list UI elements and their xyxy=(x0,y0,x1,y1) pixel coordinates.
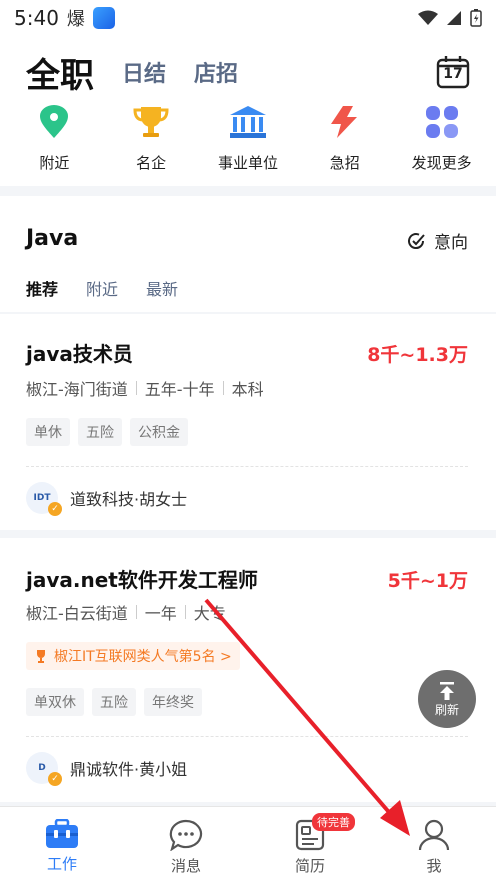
job-meta: 椒江-海门街道 五年-十年 本科 xyxy=(26,376,264,400)
bottom-tab-bar: 工作 消息 简历 待完善 我 xyxy=(0,806,496,882)
edit-check-icon xyxy=(408,232,425,249)
company-logo: D ✓ xyxy=(26,752,62,786)
category-famous[interactable]: 名企 xyxy=(103,96,199,186)
trophy-icon xyxy=(37,650,45,663)
verified-badge-icon: ✓ xyxy=(48,772,62,786)
job-tags: 单休 五险 公积金 xyxy=(26,418,188,446)
filter-recommend[interactable]: 推荐 xyxy=(26,276,58,300)
category-more[interactable]: 发现更多 xyxy=(394,96,490,186)
meta-divider xyxy=(222,381,224,395)
meta-divider xyxy=(135,381,137,395)
location-pin-icon xyxy=(34,102,74,142)
calendar-button[interactable]: 17 xyxy=(436,55,470,89)
job-tag: 五险 xyxy=(78,418,122,446)
meta-divider xyxy=(184,605,186,619)
company-info[interactable]: D ✓ 鼎诚软件·黄小姐 xyxy=(26,752,188,786)
meta-divider xyxy=(135,605,137,619)
category-label: 急招 xyxy=(329,154,360,172)
status-indicators xyxy=(418,9,482,27)
category-label: 发现更多 xyxy=(411,154,472,172)
card-divider xyxy=(26,466,468,467)
filter-tabs: 推荐 附近 最新 xyxy=(26,276,178,300)
category-urgent[interactable]: 急招 xyxy=(297,96,393,186)
category-label: 附近 xyxy=(39,154,70,172)
company-logo: IDT ✓ xyxy=(26,482,62,516)
tab-me[interactable]: 我 xyxy=(372,807,496,882)
job-card[interactable]: java技术员 8千~1.3万 椒江-海门街道 五年-十年 本科 单休 五险 公… xyxy=(0,314,496,530)
job-tag: 五险 xyxy=(92,688,136,716)
company-logo-text: D xyxy=(38,763,46,773)
grid-more-icon xyxy=(422,102,462,142)
job-title: java.net软件开发工程师 xyxy=(26,568,258,592)
tab-messages[interactable]: 消息 xyxy=(124,807,248,882)
job-meta: 椒江-白云街道 一年 大专 xyxy=(26,600,226,624)
intent-label: 意向 xyxy=(434,233,468,253)
tab-store[interactable]: 店招 xyxy=(194,56,238,88)
job-tag: 单休 xyxy=(26,418,70,446)
app-screen: 5:40 爆 全职 日结 店招 17 附近 名企 事业单位 急招 发现更多 Ja… xyxy=(0,0,496,882)
job-tags: 单双休 五险 年终奖 xyxy=(26,688,202,716)
company-logo-text: IDT xyxy=(33,493,51,503)
tab-fulltime[interactable]: 全职 xyxy=(26,48,94,97)
chat-icon xyxy=(169,819,203,851)
job-salary: 8千~1.3万 xyxy=(367,344,468,366)
refresh-button[interactable]: 刷新 xyxy=(418,670,476,728)
calendar-day: 17 xyxy=(443,66,463,82)
lightning-icon xyxy=(325,102,365,142)
tab-resume[interactable]: 简历 待完善 xyxy=(248,807,372,882)
filter-nearby[interactable]: 附近 xyxy=(86,276,118,300)
wifi-icon xyxy=(418,10,438,25)
job-title: java技术员 xyxy=(26,342,133,366)
category-label: 事业单位 xyxy=(217,154,278,172)
trophy-icon xyxy=(131,102,171,142)
job-salary: 5千~1万 xyxy=(387,570,468,592)
app-notification-icon xyxy=(92,7,115,29)
popularity-rank-badge[interactable]: 椒江IT互联网类人气第5名 > xyxy=(26,642,240,670)
tab-label: 简历 xyxy=(294,857,325,875)
job-experience: 一年 xyxy=(144,604,177,623)
verified-badge-icon: ✓ xyxy=(48,502,62,516)
status-time: 5:40 xyxy=(14,6,59,30)
signal-icon xyxy=(447,11,461,25)
job-location: 椒江-白云街道 xyxy=(26,604,128,623)
category-nearby[interactable]: 附近 xyxy=(6,96,102,186)
company-name: 鼎诚软件·黄小姐 xyxy=(70,760,188,779)
job-education: 本科 xyxy=(231,380,264,399)
tab-label: 消息 xyxy=(170,857,201,875)
section-title: Java xyxy=(26,226,79,251)
job-experience: 五年-十年 xyxy=(144,380,215,399)
category-row: 附近 名企 事业单位 急招 发现更多 xyxy=(0,96,496,186)
resume-incomplete-badge: 待完善 xyxy=(312,813,355,831)
job-location: 椒江-海门街道 xyxy=(26,380,128,399)
filter-latest[interactable]: 最新 xyxy=(146,276,178,300)
refresh-label: 刷新 xyxy=(434,702,459,717)
institution-icon xyxy=(228,102,268,142)
tab-label: 工作 xyxy=(46,855,77,873)
briefcase-icon xyxy=(46,819,78,848)
status-burn-icon: 爆 xyxy=(66,9,85,30)
arrow-up-to-top-icon xyxy=(440,681,454,700)
category-institution[interactable]: 事业单位 xyxy=(200,96,296,186)
job-tag: 公积金 xyxy=(130,418,188,446)
company-name: 道致科技·胡女士 xyxy=(70,490,188,509)
company-info[interactable]: IDT ✓ 道致科技·胡女士 xyxy=(26,482,188,516)
person-icon xyxy=(418,819,450,851)
job-tag: 单双休 xyxy=(26,688,84,716)
job-section-header: Java 意向 推荐 附近 最新 xyxy=(0,196,496,312)
tab-daily[interactable]: 日结 xyxy=(122,56,166,88)
tab-work[interactable]: 工作 xyxy=(0,807,124,882)
tab-label: 我 xyxy=(426,857,442,875)
job-tag: 年终奖 xyxy=(144,688,202,716)
category-label: 名企 xyxy=(136,154,167,172)
intent-button[interactable]: 意向 xyxy=(406,228,468,253)
job-education: 大专 xyxy=(193,604,226,623)
card-divider xyxy=(26,736,468,737)
rank-text: 椒江IT互联网类人气第5名 > xyxy=(54,649,232,665)
job-card[interactable]: java.net软件开发工程师 5千~1万 椒江-白云街道 一年 大专 椒江IT… xyxy=(0,538,496,802)
status-bar: 5:40 爆 xyxy=(0,0,496,36)
battery-icon xyxy=(470,9,482,27)
